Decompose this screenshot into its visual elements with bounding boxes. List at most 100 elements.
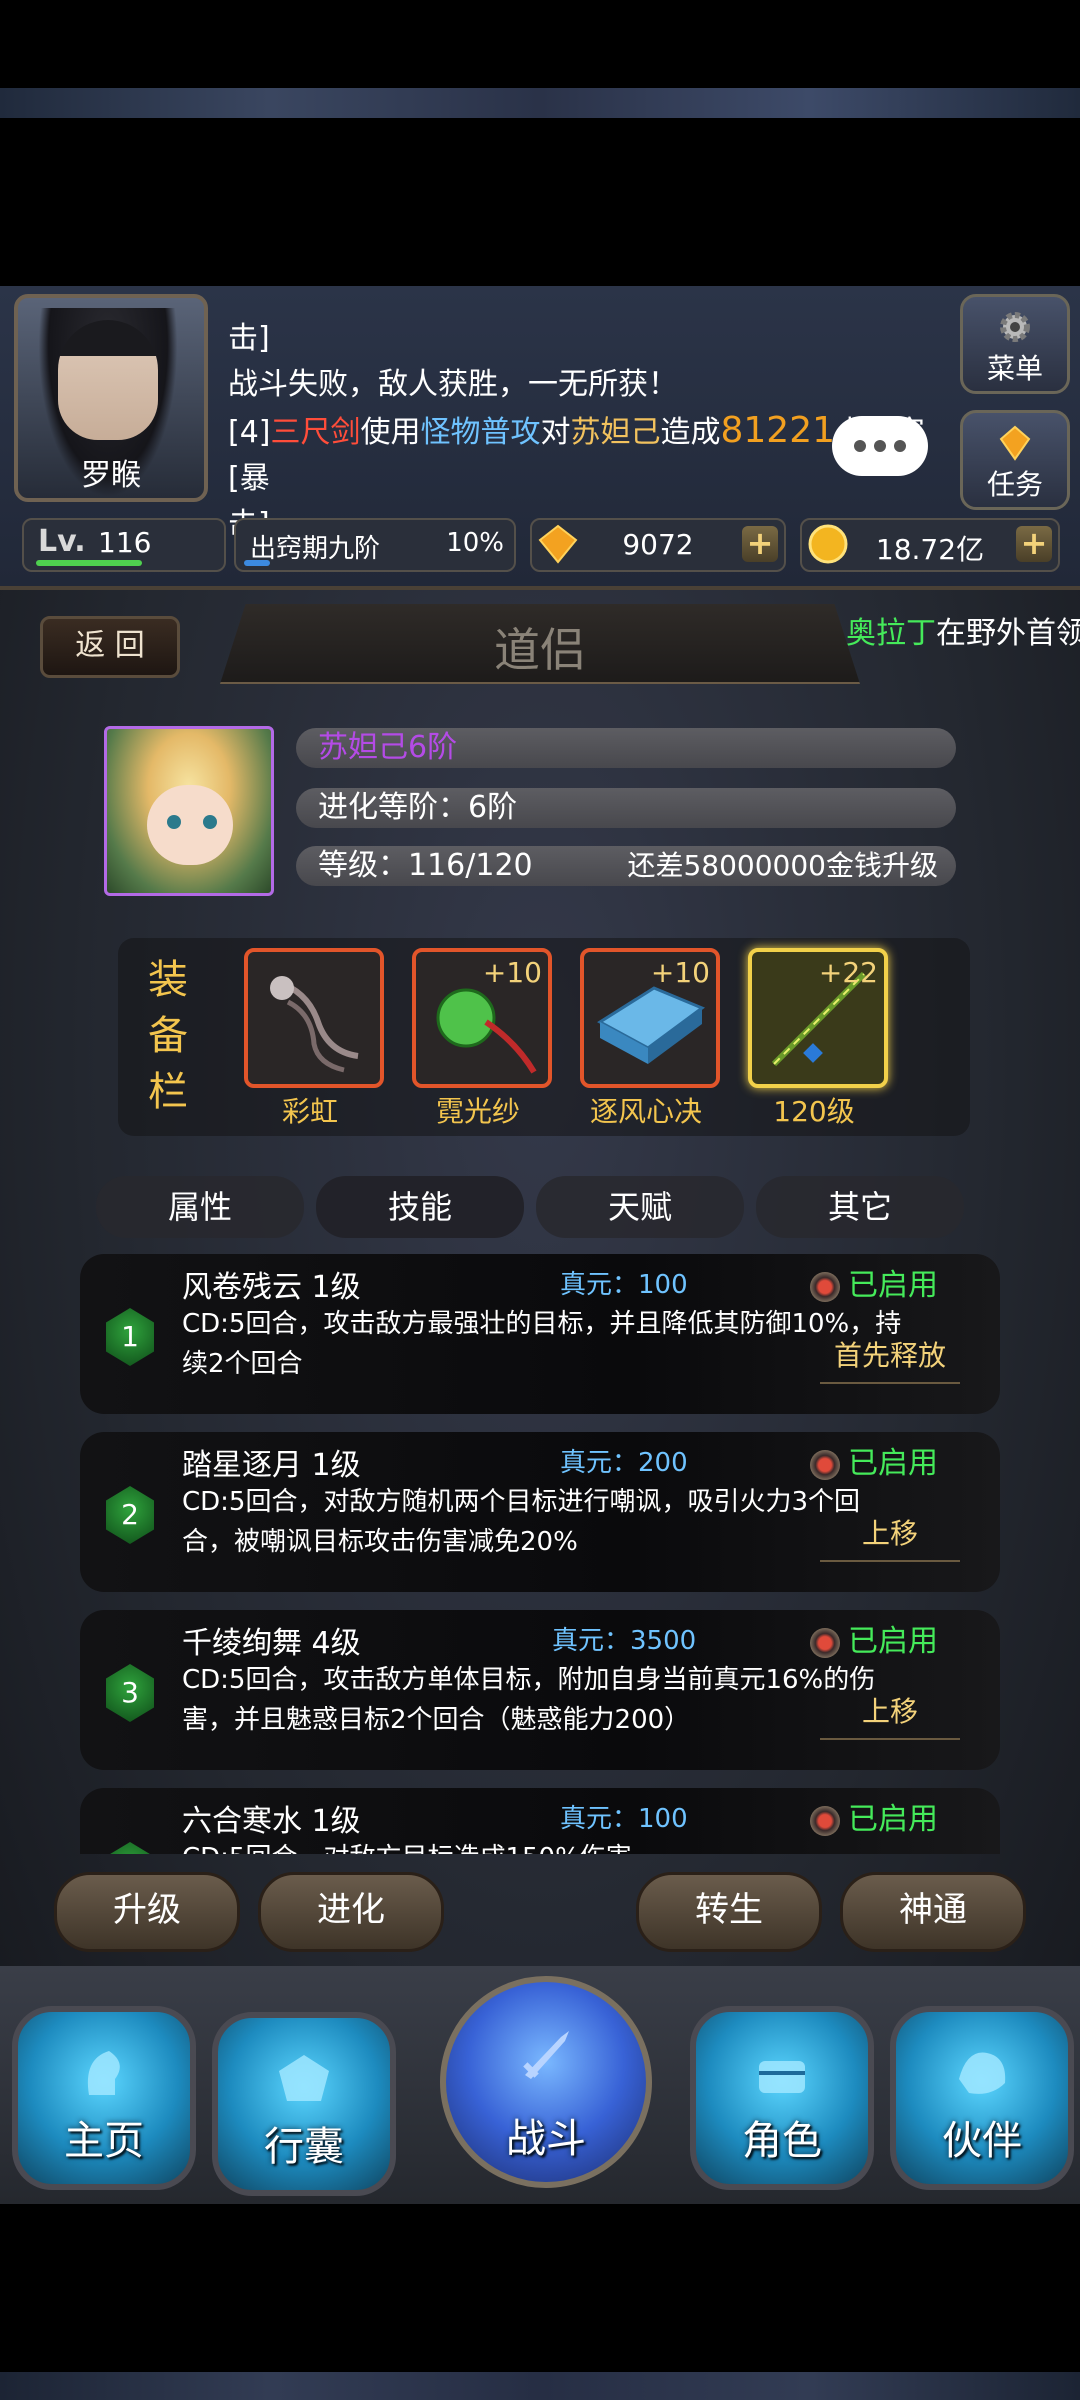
nav-partner[interactable]: 伙伴 [890,2006,1074,2190]
companion-level: 等级：116/120 还差58000000金钱升级 [296,846,956,886]
nav-bag[interactable]: 行囊 [212,2012,396,2196]
skill-move-up-button[interactable]: 上移 [820,1512,960,1562]
chat-word: 使用 [360,415,421,450]
skill-description: CD:5回合，攻击敌方最强壮的目标，并且降低其防御10%，持续2个回合 [182,1309,902,1379]
level-progress-fill [36,560,142,566]
enhance-level: +10 [482,956,542,989]
chest-icon [759,2060,805,2093]
page-title: 道侣 [494,623,586,677]
nav-home[interactable]: 主页 [12,2006,196,2190]
skill-order-badge: 4 [106,1842,154,1854]
enabled-dot-icon [810,1449,840,1480]
add-gems-button[interactable]: + [742,526,778,562]
companion-portrait[interactable] [104,726,274,896]
enhance-level: +10 [650,956,710,989]
rank-progress-fill [244,560,270,566]
nav-partner-label: 伙伴 [942,2118,1022,2164]
skill-cost: 真元：100 [560,1804,688,1834]
marquee-player: 奥拉丁 [846,616,936,651]
chat-word: 对 [540,415,571,450]
skill-enabled-toggle[interactable]: 已启用 [810,1794,938,1838]
avatar-face [58,320,158,440]
menu-button[interactable]: 菜单 [960,294,1070,394]
skill-list[interactable]: 1 风卷残云 1级 真元：100 CD:5回合，攻击敌方最强壮的目标，并且降低其… [80,1254,1000,1854]
gold-amount: 18.72亿 [875,533,985,566]
skill-name: 千绫绚舞 4级 [182,1626,361,1661]
background-strip-bottom [0,2372,1080,2400]
nav-role[interactable]: 角色 [690,2006,874,2190]
skill-cost: 真元：100 [560,1270,688,1300]
enabled-text: 已启用 [848,1802,938,1837]
claw-weapon-icon [270,976,359,1073]
add-gold-button[interactable]: + [1016,526,1052,562]
equipment-bar: 装 备 栏 彩虹 +10 霓光纱 +10 逐风心决 +22 120级 [118,938,970,1136]
skill-row: 1 风卷残云 1级 真元：100 CD:5回合，攻击敌方最强壮的目标，并且降低其… [80,1254,1000,1414]
equipment-label-char: 栏 [148,1069,188,1115]
task-gem-icon [999,425,1031,461]
equip-slot-manual[interactable]: +10 [580,948,720,1088]
chat-line: 战斗失败，敌人获胜，一无所获！ [228,367,678,402]
equipment-label-char: 装 [148,957,188,1003]
skill-move-up-button[interactable]: 上移 [820,1690,960,1740]
skill-enabled-toggle[interactable]: 已启用 [810,1438,938,1482]
chat-skill: 怪物普攻 [420,415,541,450]
chat-line: 击] [228,321,270,356]
level-text: 等级：116/120 [318,848,533,883]
level-bar: Lv. 116 [22,518,226,572]
level-value: 116 [98,526,152,559]
bag-icon [279,2054,329,2101]
skill-enabled-toggle[interactable]: 已启用 [810,1260,938,1304]
divine-power-button[interactable]: 神通 [840,1872,1026,1952]
chat-damage: 81221 [720,410,836,451]
enabled-text: 已启用 [848,1268,938,1303]
enabled-text: 已启用 [848,1446,938,1481]
skill-cost: 真元：200 [560,1448,688,1478]
rebirth-button[interactable]: 转生 [636,1872,822,1952]
skill-description: CD:5回合，对敌方随机两个目标进行嘲讽，吸引火力3个回合，被嘲讽目标攻击伤害减… [182,1487,861,1557]
nav-battle[interactable]: 战斗 [440,1976,652,2188]
enabled-dot-icon [810,1271,840,1302]
equip-slot-weapon[interactable] [244,948,384,1088]
skill-row: 4 六合寒水 1级 真元：100 CD:5回合，对敌方目标造成150%伤害 已启… [80,1788,1000,1854]
portrait-face [147,785,233,865]
skill-enabled-toggle[interactable]: 已启用 [810,1616,938,1660]
skill-description: CD:5回合，攻击敌方单体目标，附加自身当前真元16%的伤害，并且魅惑目标2个回… [182,1665,876,1735]
enabled-text: 已启用 [848,1624,938,1659]
equip-name: 霓光纱 [435,1095,520,1128]
enhance-level: +22 [818,956,878,989]
back-button[interactable]: 返 回 [40,616,180,678]
equip-slot-armor[interactable]: +10 [412,948,552,1088]
nav-role-label: 角色 [742,2118,822,2164]
level-label: Lv. [38,524,86,559]
gear-icon [1000,312,1030,342]
chat-word: 造成 [660,415,721,450]
bottom-nav: 主页 行囊 战斗 角色 伙伴 [0,1966,1080,2204]
chat-bubble-icon[interactable] [832,416,928,476]
evolve-stage: 进化等阶：6阶 [296,788,956,828]
tab-skills[interactable]: 技能 [316,1176,524,1238]
portrait-eye [167,815,181,829]
evolve-button[interactable]: 进化 [258,1872,444,1952]
tab-other[interactable]: 其它 [756,1176,964,1238]
upgrade-cost: 还差58000000金钱升级 [627,849,938,882]
tab-talent[interactable]: 天赋 [536,1176,744,1238]
equip-slot-staff[interactable]: +22 [748,948,888,1088]
equipment-label-char: 备 [148,1013,188,1059]
skill-order-badge: 3 [106,1664,154,1722]
dot [874,440,886,452]
tab-bar: 属性 技能 天赋 其它 [96,1176,966,1242]
task-button[interactable]: 任务 [960,410,1070,510]
companion-name: 苏妲己6阶 [296,728,956,768]
skill-row: 2 踏星逐月 1级 真元：200 CD:5回合，对敌方随机两个目标进行嘲讽，吸引… [80,1432,1000,1592]
player-avatar[interactable]: 罗睺 [14,294,208,502]
upgrade-button[interactable]: 升级 [54,1872,240,1952]
rank-bar: 出窍期九阶 10% [234,518,516,572]
rank-percent: 10% [446,528,504,558]
menu-label: 菜单 [986,352,1043,385]
tab-attributes[interactable]: 属性 [96,1176,304,1238]
background-strip-top [0,88,1080,118]
game-screen: 罗睺 击] 战斗失败，敌人获胜，一无所获！ [4]三尺剑使用怪物普攻对苏妲己造成… [0,286,1080,2204]
rank-name: 出窍期九阶 [250,534,381,564]
companion-panel: 苏妲己6阶 进化等阶：6阶 等级：116/120 还差58000000金钱升级 [80,718,970,928]
skill-action-button[interactable]: 首先释放 [820,1334,960,1384]
